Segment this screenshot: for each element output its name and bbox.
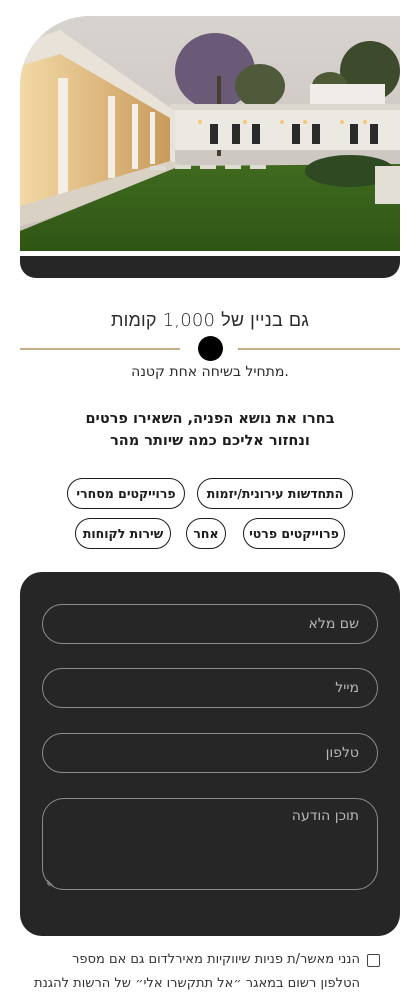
- full-name-placeholder: שם מלא: [308, 616, 359, 632]
- consent-line-2: הטלפון רשום במאגר ״אל תתקשרו אלי״ של הרש…: [34, 976, 360, 991]
- hero-bottom-band: [20, 256, 400, 278]
- topic-customer-service[interactable]: שירות לקוחות: [75, 518, 171, 549]
- divider-line-left: [20, 348, 180, 350]
- phone-field[interactable]: טלפון: [42, 733, 378, 773]
- villa-photo: [20, 16, 400, 251]
- divider-line-right: [238, 348, 400, 350]
- message-field[interactable]: תוכן הודעה: [42, 798, 378, 890]
- topic-heading-line-1: בחרו את נושא הפניה, השאירו פרטים: [85, 411, 335, 427]
- topic-other[interactable]: אחר: [186, 518, 226, 549]
- consent-line-1: הנני מאשר/ת פניות שיווקיות מאירלדום גם א…: [72, 952, 360, 967]
- topic-urban-renewal[interactable]: התחדשות עירונית/יזמות: [197, 478, 353, 509]
- consent-text: הנני מאשר/ת פניות שיווקיות מאירלדום גם א…: [20, 948, 360, 996]
- topic-heading-line-2: ונחזור אליכם כמה שיותר מהר: [110, 433, 310, 449]
- tagline: גם בניין של 1,000 קומות: [110, 310, 310, 331]
- hero-image: [20, 16, 400, 251]
- contact-form: שם מלא מייל טלפון תוכן הודעה: [20, 572, 400, 936]
- message-placeholder: תוכן הודעה: [291, 808, 359, 824]
- subtagline: מתחיל בשיחה אחת קטנה.: [131, 364, 289, 380]
- resize-handle-icon[interactable]: [47, 878, 55, 886]
- topic-commercial-projects[interactable]: פרוייקטים מסחרי: [67, 478, 185, 509]
- phone-placeholder: טלפון: [325, 745, 359, 761]
- gold-divider: [20, 336, 400, 361]
- divider-dot: [198, 336, 223, 361]
- topic-heading: בחרו את נושא הפניה, השאירו פרטים ונחזור …: [0, 408, 420, 452]
- full-name-field[interactable]: שם מלא: [42, 604, 378, 644]
- email-placeholder: מייל: [335, 680, 359, 696]
- topic-private-projects[interactable]: פרוייקטים פרטי: [243, 518, 345, 549]
- consent-checkbox[interactable]: [367, 954, 380, 967]
- email-field[interactable]: מייל: [42, 668, 378, 708]
